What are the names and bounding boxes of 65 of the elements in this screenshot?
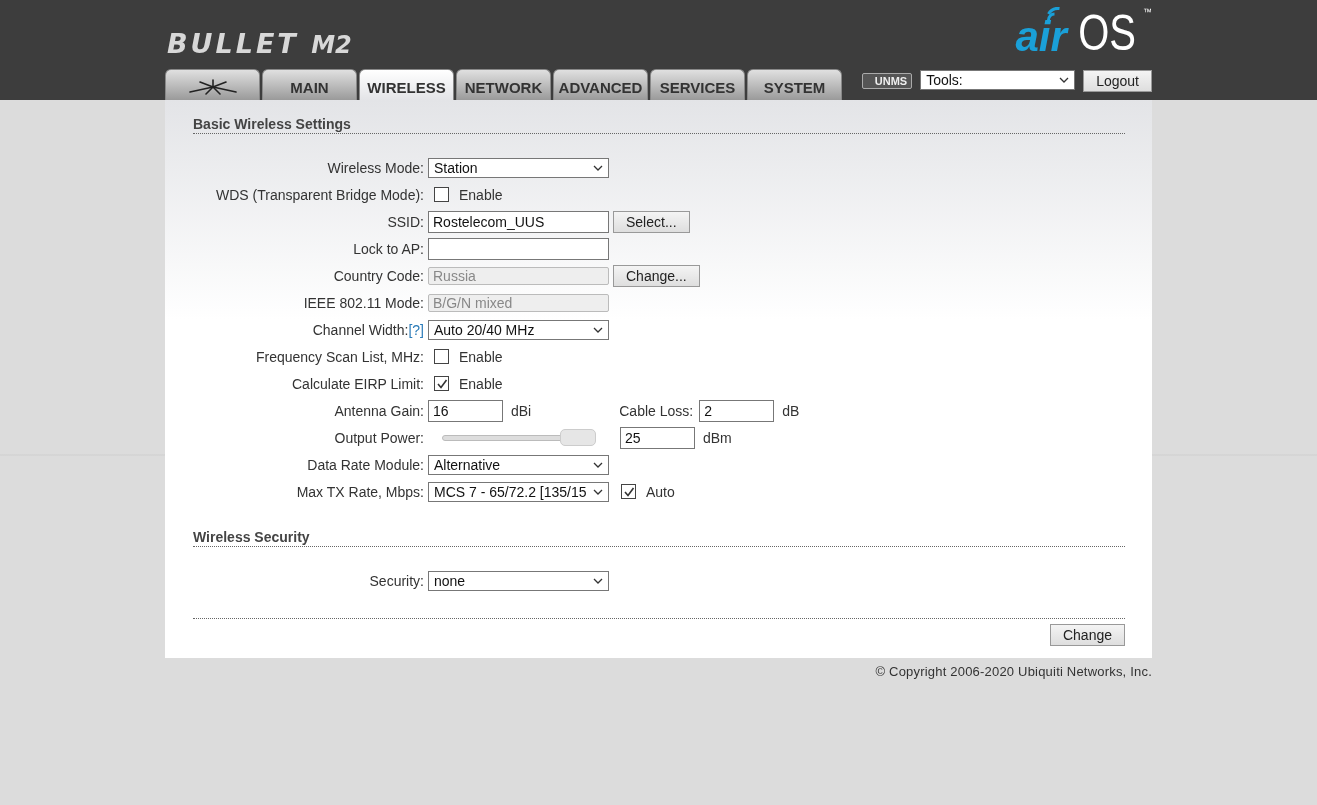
section-title: Wireless Security	[193, 529, 1125, 547]
dropdown[interactable]: Station	[428, 157, 609, 178]
field-label: Data Rate Module:	[307, 456, 424, 473]
field-label: Wireless Mode:	[327, 159, 424, 176]
text-field[interactable]: 25	[620, 426, 695, 449]
brand-logo-os: OS	[1077, 9, 1136, 57]
help-link[interactable]: [?]	[408, 321, 424, 338]
text-field[interactable]: 2	[699, 399, 775, 422]
tools-dropdown[interactable]: Tools:	[920, 70, 1076, 90]
logout-button[interactable]: Logout	[1083, 70, 1152, 92]
dropdown[interactable]: Auto 20/40 MHz	[428, 319, 609, 340]
wifi-arcs-icon	[1046, 7, 1061, 21]
field-label: WDS (Transparent Bridge Mode):	[216, 186, 424, 203]
checkbox[interactable]	[621, 484, 636, 499]
nav-tab[interactable]: SYSTEM	[747, 69, 842, 100]
nav-tab[interactable]: MAIN	[262, 69, 357, 100]
dropdown[interactable]: none	[428, 570, 609, 591]
trademark-mark: ™	[1143, 7, 1152, 17]
dropdown[interactable]: MCS 7 - 65/72.2 [135/15	[428, 481, 609, 502]
field-label: Country Code:	[333, 267, 424, 284]
field-label: Frequency Scan List, MHz:	[255, 348, 424, 365]
nav-tab[interactable]: SERVICES	[650, 69, 745, 100]
text-field[interactable]: Rostelecom_UUS	[428, 210, 609, 233]
chevron-down-icon	[593, 164, 603, 171]
unms-badge[interactable]: UNMS	[861, 73, 913, 89]
power-slider[interactable]	[442, 428, 596, 447]
text-field[interactable]: 16	[428, 399, 503, 422]
field-label: Cable Loss:	[619, 402, 694, 419]
chevron-down-icon	[593, 488, 603, 495]
unit-label: dBm	[703, 429, 732, 446]
chevron-down-icon	[593, 326, 603, 333]
checkbox[interactable]	[434, 187, 449, 202]
checkbox[interactable]	[434, 349, 449, 364]
field-label: Security:	[369, 572, 424, 589]
field-label: Output Power:	[334, 429, 424, 446]
nav-tab[interactable]: ADVANCED	[553, 69, 648, 100]
nav-tab[interactable]: WIRELESS	[359, 69, 454, 100]
starburst-icon	[187, 79, 238, 95]
field-label: SSID:	[387, 213, 424, 230]
field-label: Max TX Rate, Mbps:	[296, 483, 424, 500]
section-title: Basic Wireless Settings	[193, 116, 1125, 134]
checkbox-label: Enable	[459, 375, 503, 392]
home-tab[interactable]	[165, 69, 260, 100]
brand-logo-air: air	[1015, 17, 1067, 57]
checkbox-label: Enable	[459, 186, 503, 203]
field-label: Antenna Gain:	[334, 402, 424, 419]
chevron-down-icon	[1059, 77, 1070, 83]
field-label: Channel Width:	[312, 321, 409, 338]
chevron-down-icon	[593, 461, 603, 468]
chevron-down-icon	[593, 577, 603, 584]
field-label: Lock to AP:	[353, 240, 424, 257]
action-button[interactable]: Select...	[613, 210, 690, 233]
product-logo: BULLET M2	[167, 28, 352, 59]
text-field[interactable]	[428, 237, 609, 260]
checkbox-label: Enable	[459, 348, 503, 365]
field-label: IEEE 802.11 Mode:	[303, 294, 424, 311]
unit-label: dB	[782, 402, 800, 419]
dropdown[interactable]: Alternative	[428, 454, 609, 475]
copyright-text: © Copyright 2006-2020 Ubiquiti Networks, Inc.	[875, 664, 1152, 679]
change-button[interactable]: Change	[1049, 624, 1125, 646]
field-label: Calculate EIRP Limit:	[292, 375, 424, 392]
nav-tab[interactable]: NETWORK	[456, 69, 551, 100]
checkbox-label: Auto	[646, 483, 675, 500]
checkbox[interactable]	[434, 376, 449, 391]
unit-label: dBi	[511, 402, 532, 419]
